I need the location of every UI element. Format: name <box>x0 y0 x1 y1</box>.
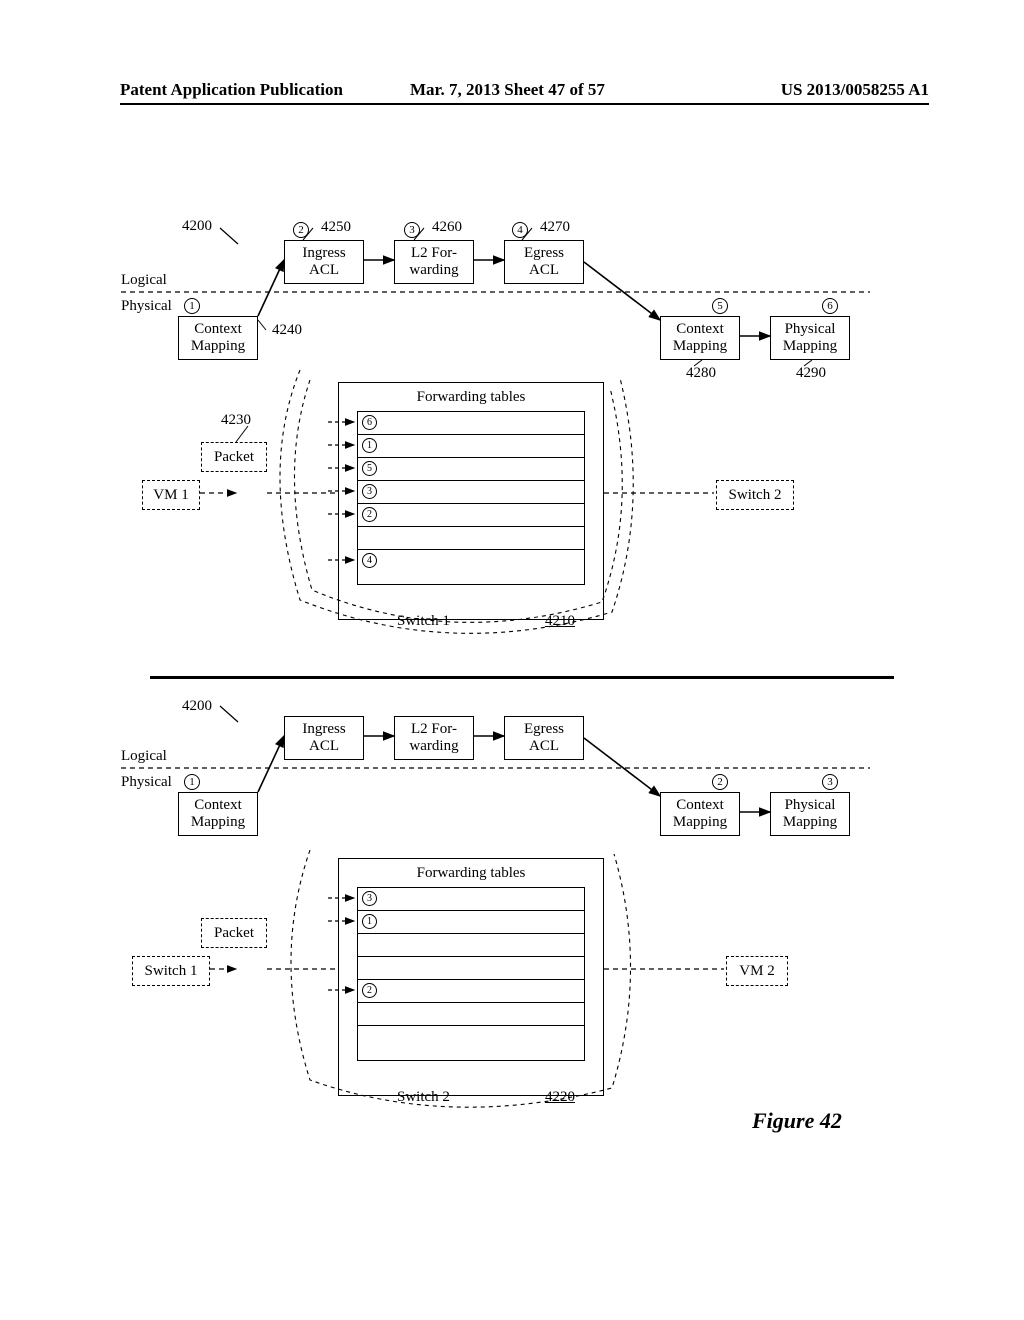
egress-acl-box-bottom: Egress ACL <box>504 716 584 760</box>
context-mapping-left-top: Context Mapping <box>178 316 258 360</box>
context-mapping-right-top: Context Mapping <box>660 316 740 360</box>
l2-forwarding-box-top: L2 For- warding <box>394 240 474 284</box>
ref-4260: 4260 <box>432 219 462 236</box>
forwarding-table-bottom: 3 1 2 <box>357 887 585 1061</box>
table-row <box>358 1026 584 1049</box>
row-step-icon: 1 <box>362 438 377 453</box>
physical-label-bottom: Physical <box>121 774 172 791</box>
step-2-circle: 2 <box>293 222 309 238</box>
table-row: 6 <box>358 412 584 435</box>
header-left: Patent Application Publication <box>120 80 343 100</box>
l2-forwarding-box-bottom: L2 For- warding <box>394 716 474 760</box>
row-step-icon: 6 <box>362 415 377 430</box>
packet-box-top: Packet <box>201 442 267 472</box>
row-step-icon: 2 <box>362 983 377 998</box>
switch-num-bottom: 4220 <box>545 1089 575 1106</box>
switch-num-top: 4210 <box>545 613 575 630</box>
forwarding-table-top: 6 1 5 3 2 4 <box>357 411 585 585</box>
ingress-acl-box-bottom: Ingress ACL <box>284 716 364 760</box>
ref-4290: 4290 <box>796 365 826 382</box>
packet-box-bottom: Packet <box>201 918 267 948</box>
header-mid: Mar. 7, 2013 Sheet 47 of 57 <box>410 80 605 100</box>
step-1-circle-top: 1 <box>184 298 200 314</box>
vm1-box: VM 1 <box>142 480 200 510</box>
switch1-box-bottom: Switch 1 <box>132 956 210 986</box>
table-row <box>358 934 584 957</box>
header-rule <box>120 103 929 105</box>
table-row: 4 <box>358 550 584 573</box>
table-row: 3 <box>358 888 584 911</box>
switch-name-top: Switch 1 <box>397 613 450 630</box>
physical-mapping-top: Physical Mapping <box>770 316 850 360</box>
step-6-circle-top: 6 <box>822 298 838 314</box>
page: Patent Application Publication Mar. 7, 2… <box>0 0 1024 1320</box>
logical-label-top: Logical <box>121 272 167 289</box>
ref-4280: 4280 <box>686 365 716 382</box>
physical-mapping-bottom: Physical Mapping <box>770 792 850 836</box>
row-step-icon: 1 <box>362 914 377 929</box>
figure-divider <box>150 676 894 679</box>
switch-name-bottom: Switch 2 <box>397 1089 450 1106</box>
physical-label-top: Physical <box>121 298 172 315</box>
step-1-circle-bottom: 1 <box>184 774 200 790</box>
step-5-circle-top: 5 <box>712 298 728 314</box>
ref-4200-bottom: 4200 <box>182 698 212 715</box>
table-row: 1 <box>358 435 584 458</box>
step-3-circle-bottom: 3 <box>822 774 838 790</box>
figure-label: Figure 42 <box>752 1108 842 1134</box>
table-row <box>358 527 584 550</box>
table-row <box>358 957 584 980</box>
vm2-box: VM 2 <box>726 956 788 986</box>
row-step-icon: 3 <box>362 891 377 906</box>
switch2-box: Forwarding tables 3 1 2 Switch 2 4220 <box>338 858 604 1096</box>
table-row: 5 <box>358 458 584 481</box>
ref-4270: 4270 <box>540 219 570 236</box>
table-row: 2 <box>358 504 584 527</box>
context-mapping-left-bottom: Context Mapping <box>178 792 258 836</box>
table-row <box>358 1003 584 1026</box>
row-step-icon: 4 <box>362 553 377 568</box>
step-3-circle: 3 <box>404 222 420 238</box>
table-row: 3 <box>358 481 584 504</box>
context-mapping-right-bottom: Context Mapping <box>660 792 740 836</box>
svg-overlay <box>0 0 1024 1320</box>
table-row: 2 <box>358 980 584 1003</box>
switch2-box-top: Switch 2 <box>716 480 794 510</box>
logical-label-bottom: Logical <box>121 748 167 765</box>
ref-4200-top: 4200 <box>182 218 212 235</box>
step-4-circle: 4 <box>512 222 528 238</box>
row-step-icon: 2 <box>362 507 377 522</box>
header-right: US 2013/0058255 A1 <box>781 80 929 100</box>
ingress-acl-box-top: Ingress ACL <box>284 240 364 284</box>
egress-acl-box-top: Egress ACL <box>504 240 584 284</box>
ref-4230: 4230 <box>221 412 251 429</box>
row-step-icon: 3 <box>362 484 377 499</box>
switch1-box: Forwarding tables 6 1 5 3 2 4 Switch 1 4… <box>338 382 604 620</box>
table-row: 1 <box>358 911 584 934</box>
ref-4240: 4240 <box>272 322 302 339</box>
row-step-icon: 5 <box>362 461 377 476</box>
ref-4250: 4250 <box>321 219 351 236</box>
step-2-circle-bottom: 2 <box>712 774 728 790</box>
forwarding-tables-title-top: Forwarding tables <box>339 389 603 406</box>
forwarding-tables-title-bottom: Forwarding tables <box>339 865 603 882</box>
